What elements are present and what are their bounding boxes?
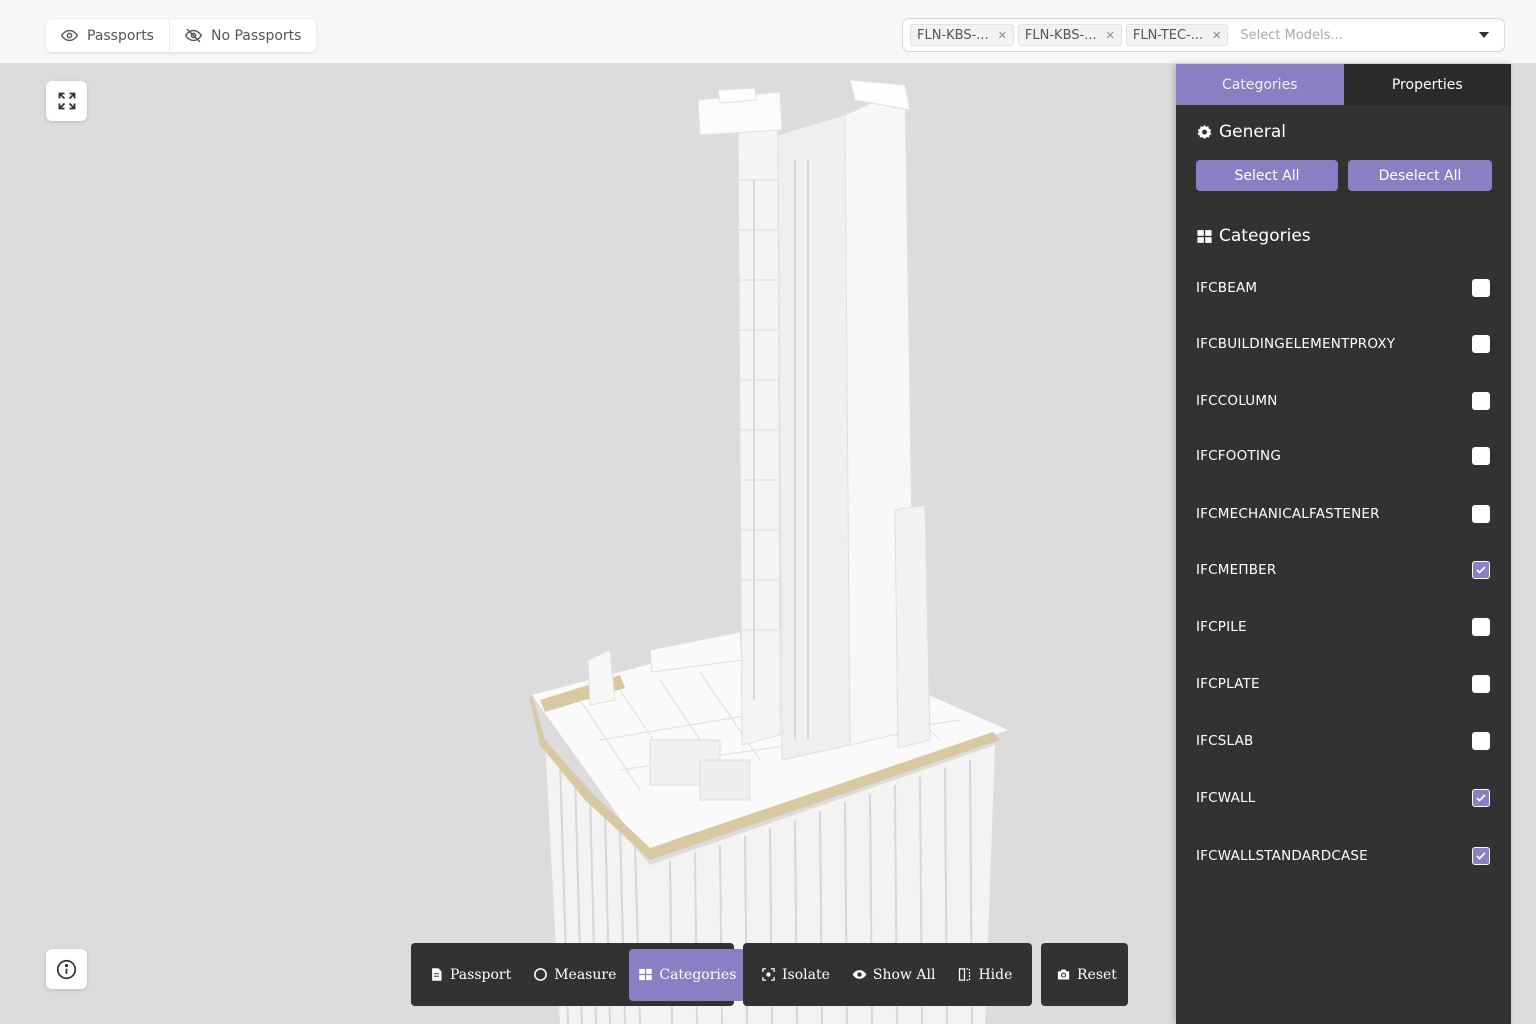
- model-tag[interactable]: FLN-KBS-... ✕: [910, 24, 1014, 46]
- category-row: IFCMECHANICALFASTENER: [1196, 502, 1490, 526]
- category-checkbox[interactable]: [1472, 675, 1490, 693]
- category-label: IFCWALLSTANDARDCASE: [1196, 848, 1368, 864]
- category-label: IFCMECHANICALFASTENER: [1196, 506, 1380, 522]
- no-passports-button[interactable]: No Passports: [170, 19, 316, 52]
- camera-icon: [1057, 969, 1070, 980]
- category-row: IFCPLATE: [1196, 672, 1490, 696]
- select-all-button[interactable]: Select All: [1196, 160, 1338, 191]
- document-icon: [432, 968, 442, 981]
- passport-filter-toggle: Passports No Passports: [46, 19, 317, 52]
- category-checkbox[interactable]: [1472, 789, 1490, 807]
- measure-tool-button[interactable]: Measure: [524, 949, 625, 1001]
- toolbar-group-visibility: Isolate Show All Hide: [743, 943, 1032, 1006]
- category-row: IFCWALL: [1196, 786, 1490, 810]
- model-tag[interactable]: FLN-KBS-... ✕: [1017, 24, 1122, 46]
- category-row: IFCWALLSTANDARDCASE: [1196, 844, 1490, 868]
- category-label: IFCPILE: [1196, 619, 1247, 635]
- categories-title: Categories: [1219, 226, 1311, 246]
- category-checkbox[interactable]: [1472, 732, 1490, 750]
- category-label: IFCMEΠBER: [1196, 562, 1277, 578]
- checkmark-icon: [1476, 794, 1486, 802]
- passport-tool-button[interactable]: Passport: [420, 949, 520, 1001]
- reset-label: Reset: [1077, 966, 1117, 983]
- toolbar-group-tools: Passport Measure Categories: [411, 943, 746, 1006]
- no-passports-label: No Passports: [210, 27, 302, 44]
- info-icon: [56, 959, 77, 979]
- eye-icon: [852, 970, 867, 979]
- model-tag-label: FLN-KBS-...: [917, 27, 989, 43]
- building-model[interactable]: [0, 64, 1176, 1024]
- category-label: IFCWALL: [1196, 790, 1256, 806]
- category-label: IFCPLATE: [1196, 676, 1260, 692]
- general-section-title: General: [1196, 122, 1286, 142]
- 3d-viewport[interactable]: [0, 64, 1176, 1024]
- tab-properties[interactable]: Properties: [1343, 64, 1511, 105]
- grid-icon: [639, 968, 653, 981]
- category-row: IFCBEAM: [1196, 276, 1490, 300]
- general-title: General: [1219, 122, 1286, 142]
- passports-button[interactable]: Passports: [46, 19, 170, 52]
- focus-icon: [762, 968, 775, 981]
- hide-icon: [959, 968, 971, 981]
- model-tag-label: FLN-KBS-...: [1024, 27, 1097, 43]
- category-row: IFCBUILDINGELEMENTPROXY: [1196, 332, 1490, 356]
- passport-tool-label: Passport: [450, 966, 512, 983]
- tab-categories[interactable]: Categories: [1176, 64, 1344, 105]
- category-row: IFCCOLUMN: [1196, 389, 1490, 413]
- category-row: IFCFOOTING: [1196, 444, 1490, 468]
- show-all-button[interactable]: Show All: [843, 949, 945, 1001]
- categories-tool-label: Categories: [659, 966, 737, 983]
- category-label: IFCBUILDINGELEMENTPROXY: [1196, 336, 1396, 352]
- model-select-placeholder: Select Models...: [1240, 27, 1343, 43]
- category-checkbox[interactable]: [1472, 561, 1490, 579]
- category-row: IFCPILE: [1196, 615, 1490, 639]
- model-tag[interactable]: FLN-TEC-... ✕: [1125, 24, 1229, 46]
- categories-tool-button[interactable]: Categories: [629, 948, 746, 1001]
- checkmark-icon: [1476, 566, 1486, 574]
- deselect-all-button[interactable]: Deselect All: [1348, 160, 1492, 191]
- remove-tag-icon[interactable]: ✕: [998, 29, 1007, 42]
- top-bar: Passports No Passports FLN-KBS-... ✕ FLN…: [0, 0, 1536, 64]
- eye-slash-icon: [184, 28, 202, 43]
- show-all-label: Show All: [872, 966, 936, 983]
- measure-tool-label: Measure: [554, 966, 617, 983]
- side-panel: Categories Properties General Select All…: [1176, 64, 1511, 1024]
- info-button[interactable]: [46, 949, 87, 989]
- panel-tabs: Categories Properties: [1176, 64, 1511, 105]
- passports-label: Passports: [87, 27, 154, 44]
- eye-icon: [61, 29, 78, 42]
- hide-button[interactable]: Hide: [948, 949, 1021, 1001]
- isolate-label: Isolate: [782, 966, 830, 983]
- fullscreen-button[interactable]: [46, 81, 87, 121]
- checkmark-icon: [1476, 852, 1486, 860]
- category-checkbox[interactable]: [1472, 618, 1490, 636]
- category-row: IFCMEΠBER: [1196, 558, 1490, 582]
- category-checkbox[interactable]: [1472, 505, 1490, 523]
- hide-label: Hide: [978, 966, 1013, 983]
- category-row: IFCSLAB: [1196, 729, 1490, 753]
- expand-icon: [58, 92, 75, 110]
- category-label: IFCBEAM: [1196, 280, 1258, 296]
- categories-section-title: Categories: [1196, 226, 1311, 246]
- category-checkbox[interactable]: [1472, 847, 1490, 865]
- chevron-down-icon[interactable]: [1479, 32, 1489, 38]
- category-label: IFCFOOTING: [1196, 448, 1281, 464]
- isolate-button[interactable]: Isolate: [752, 949, 839, 1001]
- model-tag-label: FLN-TEC-...: [1132, 27, 1204, 43]
- category-label: IFCSLAB: [1196, 733, 1254, 749]
- gear-icon: [1197, 124, 1212, 139]
- toolbar-group-camera: Reset: [1041, 943, 1128, 1006]
- category-checkbox[interactable]: [1472, 335, 1490, 353]
- category-checkbox[interactable]: [1472, 447, 1490, 465]
- model-select[interactable]: FLN-KBS-... ✕ FLN-KBS-... ✕ FLN-TEC-... …: [902, 18, 1505, 52]
- remove-tag-icon[interactable]: ✕: [1106, 29, 1115, 42]
- grid-icon: [1197, 229, 1212, 243]
- category-checkbox[interactable]: [1472, 279, 1490, 297]
- reset-button[interactable]: Reset: [1050, 949, 1123, 1001]
- circle-icon: [534, 968, 548, 981]
- category-label: IFCCOLUMN: [1196, 393, 1278, 409]
- remove-tag-icon[interactable]: ✕: [1212, 29, 1221, 42]
- category-checkbox[interactable]: [1472, 392, 1490, 410]
